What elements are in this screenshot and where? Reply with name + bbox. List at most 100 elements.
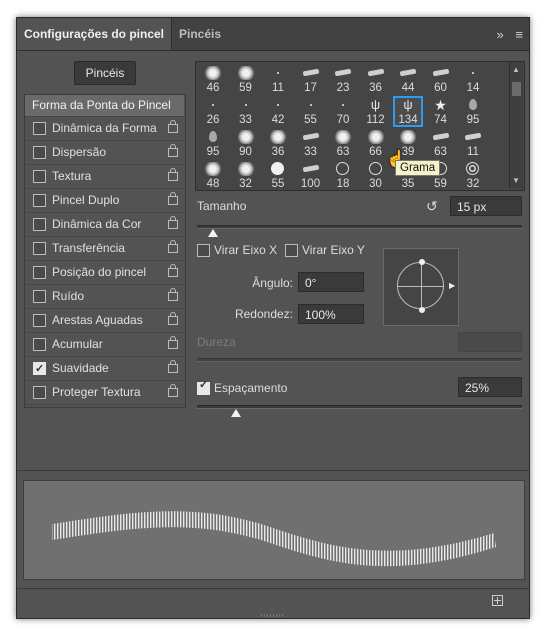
brush-tip-112[interactable]: ψ 112 bbox=[361, 96, 391, 127]
option-brush-pose[interactable]: Posição do pincel bbox=[24, 261, 184, 285]
lock-icon[interactable] bbox=[168, 120, 178, 133]
brush-swatch-icon bbox=[431, 130, 451, 144]
scroll-up-icon[interactable]: ▲ bbox=[512, 65, 520, 74]
brush-tip-55[interactable]: 55 bbox=[296, 96, 326, 127]
brush-tip-95[interactable]: 95 bbox=[198, 128, 228, 159]
brush-tip-44[interactable]: 44 bbox=[393, 64, 423, 95]
brush-pose-checkbox[interactable] bbox=[33, 266, 46, 279]
size-input[interactable]: 15 px bbox=[450, 196, 522, 216]
brush-swatch-icon bbox=[235, 66, 256, 80]
brush-tip-11[interactable]: 11 bbox=[263, 64, 293, 95]
brush-tip-42[interactable]: 42 bbox=[263, 96, 293, 127]
protect-texture-checkbox[interactable] bbox=[33, 386, 46, 399]
lock-icon[interactable] bbox=[168, 312, 178, 325]
option-wet-edges[interactable]: Arestas Aguadas bbox=[24, 309, 184, 333]
brush-tip-17[interactable]: 17 bbox=[296, 64, 326, 95]
scattering-checkbox[interactable] bbox=[33, 146, 46, 159]
brush-tip-32[interactable]: 32 bbox=[231, 160, 261, 190]
smoothing-checkbox[interactable] bbox=[33, 358, 46, 381]
spacing-checkbox[interactable] bbox=[197, 378, 210, 395]
option-build-up[interactable]: Acumular bbox=[24, 333, 184, 357]
spacing-slider-track[interactable] bbox=[197, 405, 522, 409]
dual-brush-checkbox[interactable] bbox=[33, 194, 46, 207]
build-up-checkbox[interactable] bbox=[33, 338, 46, 351]
brush-tip-134[interactable]: ψ 134 bbox=[393, 96, 423, 127]
lock-icon[interactable] bbox=[168, 264, 178, 277]
brush-tip-95[interactable]: 95 bbox=[458, 96, 488, 127]
brush-tip-63[interactable]: 63 bbox=[328, 128, 358, 159]
scroll-down-icon[interactable]: ▼ bbox=[512, 176, 520, 185]
option-protect-texture[interactable]: Proteger Textura bbox=[24, 381, 184, 405]
brush-tip-55[interactable]: 55 bbox=[263, 160, 293, 190]
reset-size-icon[interactable]: ↺ bbox=[426, 198, 438, 215]
brush-grid-scrollbar[interactable]: ▲ ▼ bbox=[509, 62, 523, 188]
roundness-input[interactable]: 100% bbox=[298, 304, 364, 324]
scroll-thumb[interactable] bbox=[512, 82, 521, 96]
tip-shape-item[interactable]: Forma da Ponta do Pincel bbox=[24, 94, 184, 117]
brush-tip-100[interactable]: 100 bbox=[296, 160, 326, 190]
brush-tip-63[interactable]: 63 bbox=[426, 128, 456, 159]
brush-tip-36[interactable]: 36 bbox=[263, 128, 293, 159]
option-dual-brush[interactable]: Pincel Duplo bbox=[24, 189, 184, 213]
brush-tip-60[interactable]: 60 bbox=[426, 64, 456, 95]
spacing-input[interactable]: 25% bbox=[458, 377, 522, 397]
brush-tip-59[interactable]: 59 bbox=[231, 64, 261, 95]
angle-roundness-preview[interactable]: ▶ bbox=[383, 248, 459, 326]
option-color-dynamics[interactable]: Dinâmica da Cor bbox=[24, 213, 184, 237]
size-slider-thumb[interactable] bbox=[208, 229, 219, 237]
lock-icon[interactable] bbox=[168, 288, 178, 301]
roundness-handle-top[interactable] bbox=[419, 259, 425, 265]
lock-icon[interactable] bbox=[168, 336, 178, 349]
brush-tip-36[interactable]: 36 bbox=[361, 64, 391, 95]
lock-icon[interactable] bbox=[168, 360, 178, 373]
wet-edges-checkbox[interactable] bbox=[33, 314, 46, 327]
brush-tip-23[interactable]: 23 bbox=[328, 64, 358, 95]
lock-icon[interactable] bbox=[168, 216, 178, 229]
option-label: Textura bbox=[52, 169, 92, 183]
lock-icon[interactable] bbox=[168, 240, 178, 253]
brush-tip-18[interactable]: 18 bbox=[328, 160, 358, 190]
lock-icon[interactable] bbox=[168, 168, 178, 181]
brush-tip-11[interactable]: 11 bbox=[458, 128, 488, 159]
tab-brush-settings[interactable]: Configurações do pincel bbox=[17, 18, 171, 50]
brush-tip-26[interactable]: 26 bbox=[198, 96, 228, 127]
option-smoothing[interactable]: Suavidade bbox=[24, 357, 184, 381]
texture-checkbox[interactable] bbox=[33, 170, 46, 183]
brush-settings-panel: Configurações do pincel Pincéis » ≡ Pinc… bbox=[16, 17, 530, 619]
roundness-handle-bottom[interactable] bbox=[419, 307, 425, 313]
angle-arrow-icon[interactable]: ▶ bbox=[449, 281, 455, 290]
color-dynamics-checkbox[interactable] bbox=[33, 218, 46, 231]
option-transfer[interactable]: Transferência bbox=[24, 237, 184, 261]
angle-input[interactable]: 0° bbox=[298, 272, 364, 292]
option-noise[interactable]: Ruído bbox=[24, 285, 184, 309]
lock-icon[interactable] bbox=[168, 384, 178, 397]
new-brush-icon[interactable] bbox=[492, 595, 503, 606]
lock-icon[interactable] bbox=[168, 144, 178, 157]
brush-tip-33[interactable]: 33 bbox=[296, 128, 326, 159]
double-chevron-right-icon[interactable]: » bbox=[497, 27, 504, 42]
transfer-checkbox[interactable] bbox=[33, 242, 46, 255]
brush-tip-74[interactable]: ★ 74 bbox=[426, 96, 456, 127]
shape-dynamics-checkbox[interactable] bbox=[33, 122, 46, 135]
brush-tip-32[interactable]: 32 bbox=[458, 160, 488, 190]
resize-grip-icon[interactable] bbox=[261, 614, 283, 617]
brush-tip-33[interactable]: 33 bbox=[231, 96, 261, 127]
size-slider-track[interactable] bbox=[197, 225, 522, 229]
lock-icon[interactable] bbox=[168, 192, 178, 205]
brushes-button[interactable]: Pincéis bbox=[74, 61, 136, 85]
noise-checkbox[interactable] bbox=[33, 290, 46, 303]
brush-size-label: 35 bbox=[401, 178, 415, 190]
spacing-slider-thumb[interactable] bbox=[231, 409, 241, 417]
brush-tip-70[interactable]: 70 bbox=[328, 96, 358, 127]
option-scattering[interactable]: Dispersão bbox=[24, 141, 184, 165]
panel-menu-icon[interactable]: ≡ bbox=[515, 27, 523, 42]
option-texture[interactable]: Textura bbox=[24, 165, 184, 189]
brush-tip-14[interactable]: 14 bbox=[458, 64, 488, 95]
brush-tip-48[interactable]: 48 bbox=[198, 160, 228, 190]
brush-tip-90[interactable]: 90 bbox=[231, 128, 261, 159]
brush-tip-46[interactable]: 46 bbox=[198, 64, 228, 95]
flip-y-checkbox[interactable] bbox=[285, 244, 298, 257]
flip-x-checkbox[interactable] bbox=[197, 244, 210, 257]
tab-brushes[interactable]: Pincéis bbox=[179, 18, 221, 50]
option-shape-dynamics[interactable]: Dinâmica da Forma bbox=[24, 117, 184, 141]
